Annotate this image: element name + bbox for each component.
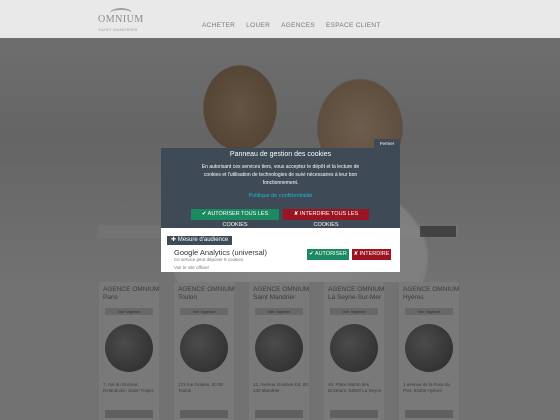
close-button[interactable]: Fermer — [374, 139, 400, 148]
site-header: OMNIUM SAINT MANDRIER ACHETER LOUER AGEN… — [0, 0, 560, 38]
privacy-policy-link[interactable]: Politique de confidentialité — [161, 193, 400, 199]
cookie-panel-description: En autorisant ces services tiers, vous a… — [201, 164, 360, 186]
page: OMNIUM SAINT MANDRIER ACHETER LOUER AGEN… — [0, 0, 560, 420]
service-name: Google Analytics (universal) — [174, 248, 267, 257]
site-logo[interactable]: OMNIUM SAINT MANDRIER — [98, 8, 146, 34]
nav-item-louer[interactable]: LOUER — [246, 22, 270, 29]
service-description: Ce service peut déposer 8 cookies. — [174, 257, 245, 262]
deny-all-cookies-button[interactable]: ✘ INTERDIRE TOUS LES COOKIES — [283, 209, 369, 228]
logo-name: OMNIUM — [98, 14, 144, 25]
service-official-link[interactable]: Voir le site officiel — [174, 265, 209, 270]
nav-item-espace-client[interactable]: ESPACE CLIENT — [326, 22, 381, 29]
main-nav: ACHETER LOUER AGENCES ESPACE CLIENT — [202, 22, 381, 29]
nav-item-agences[interactable]: AGENCES — [281, 22, 315, 29]
cookie-panel-title: Panneau de gestion des cookies — [229, 151, 332, 158]
nav-item-acheter[interactable]: ACHETER — [202, 22, 235, 29]
allow-all-cookies-button[interactable]: ✔ AUTORISER TOUS LES COOKIES — [191, 209, 279, 228]
deny-service-button[interactable]: ✘ INTERDIRE — [352, 249, 391, 260]
logo-tagline: SAINT MANDRIER — [98, 27, 138, 32]
category-tab-audience[interactable]: ✚ Mesure d'audience — [167, 236, 232, 245]
allow-service-button[interactable]: ✔ AUTORISER — [307, 249, 349, 260]
